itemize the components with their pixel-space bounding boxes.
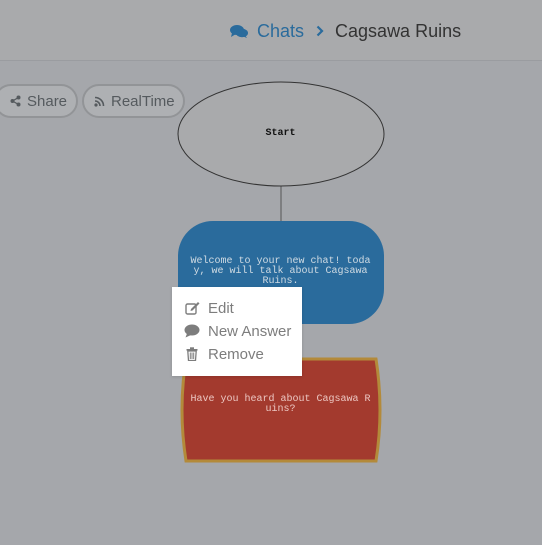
menu-item-edit[interactable]: Edit	[184, 297, 234, 319]
start-node-label[interactable]: Start	[178, 129, 383, 139]
edit-icon	[184, 300, 200, 316]
menu-item-label: Edit	[208, 299, 234, 317]
menu-item-label: New Answer	[208, 322, 292, 340]
context-menu: Edit New Answer Remove	[172, 287, 302, 376]
menu-item-new-answer[interactable]: New Answer	[184, 320, 291, 342]
trash-icon	[184, 346, 200, 362]
bot-message-text[interactable]: Welcome to your new chat! today, we will…	[190, 257, 371, 287]
question-text[interactable]: Have you heard about Cagsawa Ruins?	[190, 395, 371, 415]
menu-item-label: Remove	[208, 345, 264, 363]
comment-icon	[184, 323, 200, 339]
menu-item-remove[interactable]: Remove	[184, 343, 264, 365]
